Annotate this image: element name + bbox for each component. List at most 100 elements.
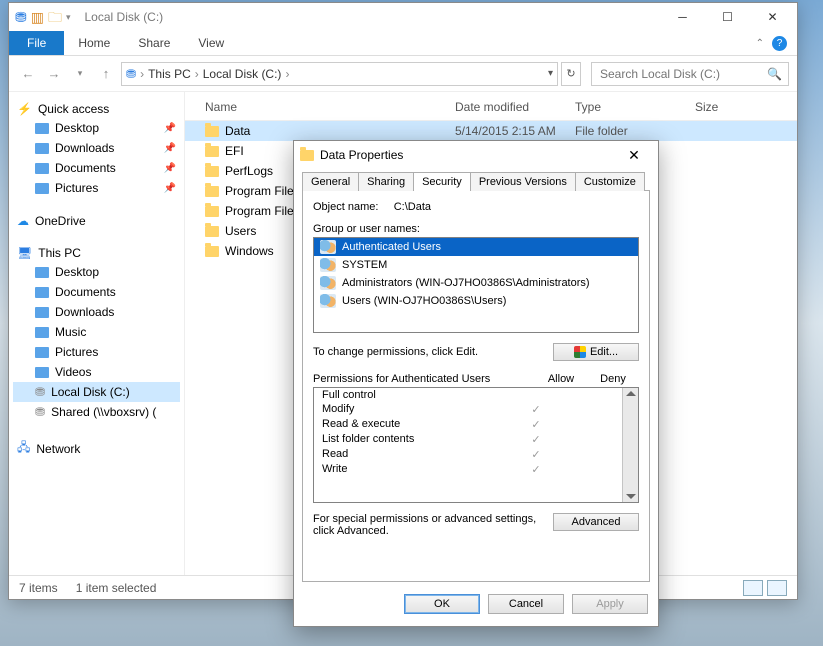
nav-onedrive[interactable]: ☁OneDrive <box>13 212 180 230</box>
nav-pc-downloads[interactable]: Downloads <box>13 302 180 322</box>
recent-dropdown[interactable]: ▾ <box>69 63 91 85</box>
close-button[interactable]: ✕ <box>750 3 795 31</box>
nav-downloads[interactable]: Downloads📌 <box>13 138 180 158</box>
nav-network[interactable]: 🖧Network <box>13 436 180 461</box>
group-item-authenticated[interactable]: Authenticated Users <box>314 238 638 256</box>
deny-header: Deny <box>587 373 639 385</box>
file-name: EFI <box>225 144 244 158</box>
tab-general[interactable]: General <box>302 172 359 191</box>
cancel-button[interactable]: Cancel <box>488 594 564 614</box>
back-button[interactable]: ← <box>17 63 39 85</box>
edit-button[interactable]: Edit... <box>553 343 639 361</box>
group-item-system[interactable]: SYSTEM <box>314 256 638 274</box>
view-icons-button[interactable] <box>767 580 787 596</box>
qat-dropdown-icon[interactable]: ▾ <box>66 13 71 22</box>
breadcrumb-thispc[interactable]: This PC <box>148 67 191 81</box>
dialog-close-button[interactable]: ✕ <box>616 143 652 167</box>
apply-button[interactable]: Apply <box>572 594 648 614</box>
permissions-label: Permissions for Authenticated Users <box>313 373 535 385</box>
search-box[interactable]: 🔍 <box>591 62 789 86</box>
refresh-button[interactable]: ↻ <box>561 62 581 86</box>
folder-icon <box>205 226 219 237</box>
breadcrumb-sep-icon[interactable]: › <box>140 67 144 81</box>
forward-button[interactable]: → <box>43 63 65 85</box>
perm-name: Read <box>322 448 510 461</box>
perm-deny <box>562 463 614 476</box>
ribbon-tab-home[interactable]: Home <box>64 31 124 55</box>
qat-properties-icon[interactable]: ▥ <box>31 10 44 24</box>
nav-pc-shared[interactable]: ⛃Shared (\\vboxsrv) ( <box>13 402 180 422</box>
users-icon <box>320 294 336 308</box>
nav-documents[interactable]: Documents📌 <box>13 158 180 178</box>
tab-security[interactable]: Security <box>413 172 471 191</box>
group-users-list[interactable]: Authenticated Users SYSTEM Administrator… <box>313 237 639 333</box>
nav-toolbar: ← → ▾ ↑ ⛃ › This PC › Local Disk (C:) › … <box>9 56 797 92</box>
maximize-button[interactable]: ☐ <box>705 3 750 31</box>
nav-pictures[interactable]: Pictures📌 <box>13 178 180 198</box>
desktop-icon <box>35 123 49 134</box>
col-name[interactable]: Name <box>205 100 455 114</box>
group-item-users[interactable]: Users (WIN-OJ7HO0386S\Users) <box>314 292 638 310</box>
group-users-label: Group or user names: <box>313 223 639 235</box>
properties-dialog: Data Properties ✕ General Sharing Securi… <box>293 140 659 627</box>
dialog-title: Data Properties <box>320 148 403 162</box>
ok-button[interactable]: OK <box>404 594 480 614</box>
tab-customize[interactable]: Customize <box>575 172 645 191</box>
up-button[interactable]: ↑ <box>95 63 117 85</box>
nav-desktop[interactable]: Desktop📌 <box>13 118 180 138</box>
ribbon-file-tab[interactable]: File <box>9 31 64 55</box>
nav-pc-videos[interactable]: Videos <box>13 362 180 382</box>
users-icon <box>320 276 336 290</box>
column-headers[interactable]: Name Date modified Type Size <box>185 92 797 121</box>
dialog-titlebar[interactable]: Data Properties ✕ <box>294 141 658 169</box>
view-details-button[interactable] <box>743 580 763 596</box>
search-icon[interactable]: 🔍 <box>767 67 782 81</box>
status-selected: 1 item selected <box>76 581 157 595</box>
qat-newfolder-icon[interactable]: 🗀 <box>48 10 62 24</box>
tab-previous-versions[interactable]: Previous Versions <box>470 172 576 191</box>
permissions-scrollbar[interactable] <box>622 388 638 502</box>
desktop-icon <box>35 267 49 278</box>
breadcrumb-sep-icon[interactable]: › <box>285 67 289 81</box>
nav-this-pc[interactable]: 🖥This PC <box>13 244 180 262</box>
advanced-button[interactable]: Advanced <box>553 513 639 531</box>
col-size[interactable]: Size <box>695 100 791 114</box>
permissions-list: Full controlModify✓Read & execute✓List f… <box>313 387 639 503</box>
nav-pc-music[interactable]: Music <box>13 322 180 342</box>
tab-sharing[interactable]: Sharing <box>358 172 414 191</box>
nav-quick-access[interactable]: ⚡Quick access <box>13 100 180 118</box>
perm-name: Write <box>322 463 510 476</box>
address-dropdown-icon[interactable]: ▾ <box>548 68 553 79</box>
object-name-value: C:\Data <box>394 201 431 213</box>
minimize-button[interactable]: ─ <box>660 3 705 31</box>
breadcrumb-sep-icon[interactable]: › <box>195 67 199 81</box>
permission-row: Write✓ <box>314 462 622 477</box>
col-date[interactable]: Date modified <box>455 100 575 114</box>
documents-icon <box>35 163 49 174</box>
perm-deny <box>562 403 614 416</box>
titlebar[interactable]: ⛃ ▥ 🗀 ▾ Local Disk (C:) ─ ☐ ✕ <box>9 3 797 31</box>
nav-pc-desktop[interactable]: Desktop <box>13 262 180 282</box>
file-row[interactable]: Data5/14/2015 2:15 AMFile folder <box>185 121 797 141</box>
nav-pc-localdisk[interactable]: ⛃Local Disk (C:) <box>13 382 180 402</box>
ribbon-expand-icon[interactable]: ⌃ <box>756 38 764 49</box>
breadcrumb-drive[interactable]: Local Disk (C:) <box>203 67 282 81</box>
pin-icon: 📌 <box>164 143 176 154</box>
col-type[interactable]: Type <box>575 100 695 114</box>
pictures-icon <box>35 347 49 358</box>
ribbon: File Home Share View ⌃ ? <box>9 31 797 56</box>
permission-row: Read✓ <box>314 447 622 462</box>
nav-pc-pictures[interactable]: Pictures <box>13 342 180 362</box>
ribbon-tab-share[interactable]: Share <box>124 31 184 55</box>
navigation-pane: ⚡Quick access Desktop📌 Downloads📌 Docume… <box>9 92 185 575</box>
address-bar[interactable]: ⛃ › This PC › Local Disk (C:) › ▾ <box>121 62 558 86</box>
file-type: File folder <box>575 124 695 138</box>
ribbon-tab-view[interactable]: View <box>184 31 238 55</box>
search-input[interactable] <box>598 66 767 82</box>
group-item-admins[interactable]: Administrators (WIN-OJ7HO0386S\Administr… <box>314 274 638 292</box>
permission-row: Modify✓ <box>314 402 622 417</box>
nav-pc-documents[interactable]: Documents <box>13 282 180 302</box>
permission-row: List folder contents✓ <box>314 432 622 447</box>
help-icon[interactable]: ? <box>772 36 787 51</box>
perm-allow: ✓ <box>510 433 562 446</box>
